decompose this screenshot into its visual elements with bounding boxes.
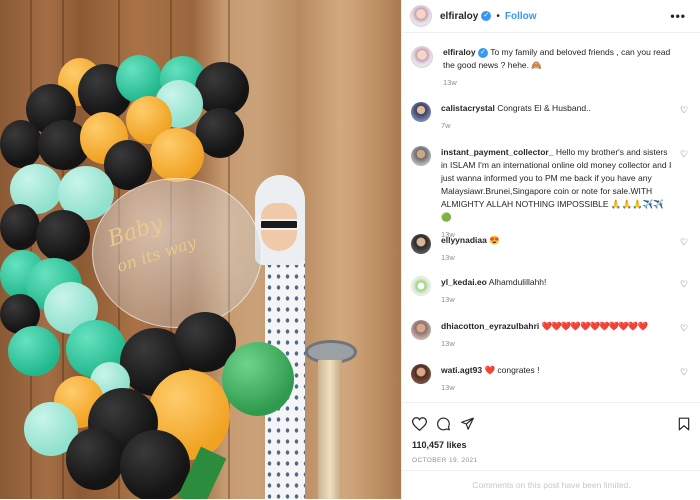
like-comment-heart-icon[interactable]: ♡ <box>680 280 688 289</box>
comment-time[interactable]: 13w <box>441 253 673 262</box>
follow-button[interactable]: Follow <box>505 11 537 22</box>
avatar[interactable] <box>411 364 431 384</box>
balloon-green <box>222 342 294 416</box>
comment-text: Hello my brother's and sisters in ISLAM … <box>441 147 672 222</box>
post-photo[interactable]: Baby on its way <box>0 0 401 499</box>
comment-item: dhiacotton_eyrazulbahri ❤️❤️❤️❤️❤️❤️❤️❤️… <box>411 320 695 348</box>
comment-time[interactable]: 13w <box>441 295 673 304</box>
comments-list[interactable]: elfiraloy ✓ To my family and beloved fri… <box>402 34 700 402</box>
caption-time[interactable]: 13w <box>443 78 675 87</box>
post-side-panel: elfiraloy ✓ • Follow ••• elfiraloy ✓ To … <box>401 0 700 499</box>
comment-time[interactable]: 13w <box>441 339 673 348</box>
balloon-teal <box>116 55 162 103</box>
like-comment-heart-icon[interactable]: ♡ <box>680 324 688 333</box>
newel-post <box>318 360 342 499</box>
comment-time[interactable]: 7w <box>441 121 673 130</box>
comment-time[interactable]: 13w <box>441 383 673 392</box>
comment-bubble-icon[interactable] <box>436 417 451 433</box>
comment-username[interactable]: instant_payment_collector_ <box>441 147 553 157</box>
comment-username[interactable]: dhiacotton_eyrazulbahri <box>441 321 539 331</box>
comment-text: Alhamdulillahh! <box>488 277 547 287</box>
comment-item: yl_kedai.eo Alhamdulillahh! 13w ♡ <box>411 276 695 304</box>
post-date[interactable]: OCTOBER 19, 2021 <box>412 457 478 464</box>
avatar[interactable] <box>411 146 431 166</box>
comment-username[interactable]: ellyynadiaa <box>441 235 487 245</box>
caption-text: To my family and beloved friends , can y… <box>443 47 671 70</box>
balloon-orange <box>150 128 204 182</box>
verified-badge-icon: ✓ <box>477 47 488 58</box>
balloon-black <box>36 210 90 262</box>
balloon-teal <box>8 326 60 376</box>
balloon-black <box>0 204 40 250</box>
header-separator: • <box>496 10 500 22</box>
avatar[interactable] <box>411 276 431 296</box>
comment-text: ❤️ congrates ! <box>484 365 540 375</box>
comment-item: calistacrystal Congrats El & Husband.. 7… <box>411 102 695 130</box>
avatar[interactable] <box>411 320 431 340</box>
bookmark-icon[interactable] <box>678 417 690 433</box>
comment-item: ellyynadiaa 😍 13w ♡ <box>411 234 695 262</box>
caption: elfiraloy ✓ To my family and beloved fri… <box>411 46 695 87</box>
balloon-black <box>0 120 42 168</box>
more-options-icon[interactable]: ••• <box>670 9 686 23</box>
comment-text: Congrats El & Husband.. <box>497 103 591 113</box>
instagram-post: Baby on its way elfiraloy ✓ • Follow ••• <box>0 0 700 499</box>
header-username[interactable]: elfiraloy <box>440 11 478 22</box>
comment-username[interactable]: calistacrystal <box>441 103 495 113</box>
balloon-black <box>66 428 124 490</box>
comment-username[interactable]: wati.agt93 <box>441 365 482 375</box>
avatar[interactable] <box>411 102 431 122</box>
comment-text: ❤️❤️❤️❤️❤️❤️❤️❤️❤️❤️❤️ <box>541 321 648 331</box>
sunglasses <box>259 219 299 230</box>
like-comment-heart-icon[interactable]: ♡ <box>680 368 688 377</box>
like-comment-heart-icon[interactable]: ♡ <box>680 238 688 247</box>
post-header: elfiraloy ✓ • Follow ••• <box>402 0 700 33</box>
comment-username[interactable]: yl_kedai.eo <box>441 277 487 287</box>
avatar[interactable] <box>411 234 431 254</box>
avatar[interactable] <box>411 46 433 68</box>
comment-text: 😍 <box>489 235 500 245</box>
caption-username[interactable]: elfiraloy <box>443 47 476 57</box>
share-paper-plane-icon[interactable] <box>460 417 475 433</box>
like-comment-heart-icon[interactable]: ♡ <box>680 150 688 159</box>
comment-item: instant_payment_collector_ Hello my brot… <box>411 146 695 239</box>
balloon-black <box>120 430 190 499</box>
comments-limited-notice: Comments on this post have been limited. <box>402 470 700 499</box>
likes-count[interactable]: 110,457 likes <box>412 440 467 450</box>
comment-item: wati.agt93 ❤️ congrates ! 13w ♡ <box>411 364 695 392</box>
woman-figure <box>255 175 305 499</box>
avatar[interactable] <box>410 5 432 27</box>
verified-badge-icon: ✓ <box>481 11 492 21</box>
like-comment-heart-icon[interactable]: ♡ <box>680 106 688 115</box>
heart-outline-icon[interactable] <box>411 417 428 433</box>
door-frame <box>300 0 401 499</box>
